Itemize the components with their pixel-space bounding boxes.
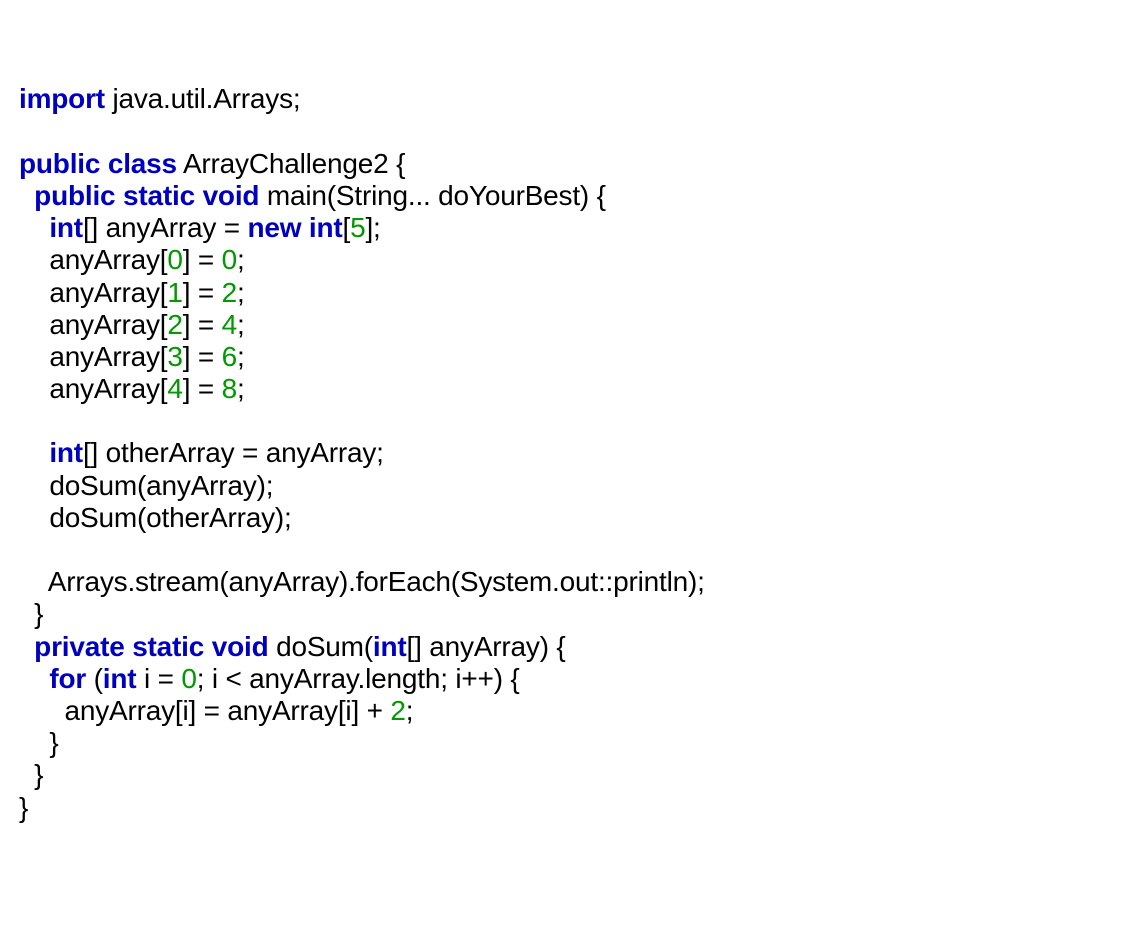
method-signature: doSum( — [269, 631, 373, 662]
code-text: anyArray[ — [19, 277, 167, 308]
code-text: anyArray[ — [19, 373, 167, 404]
code-text: ] = — [183, 373, 222, 404]
code-text: ; — [237, 341, 245, 372]
code-text: } — [19, 792, 28, 823]
number-literal: 8 — [222, 373, 237, 404]
code-text: ] = — [183, 244, 222, 275]
code-text: anyArray[i] = anyArray[i] + — [19, 695, 390, 726]
code-text: ; — [237, 373, 245, 404]
class-name: ArrayChallenge2 { — [177, 148, 405, 179]
code-text: [] anyArray) { — [407, 631, 566, 662]
keyword-private: private — [34, 631, 124, 662]
code-text: ; — [237, 244, 245, 275]
keyword-import: import — [19, 83, 105, 114]
keyword-public: public — [34, 180, 115, 211]
code-text: ] = — [183, 277, 222, 308]
number-literal: 4 — [167, 373, 182, 404]
code-text: ( — [86, 663, 103, 694]
code-text: } — [19, 598, 43, 629]
keyword-int: int — [103, 663, 137, 694]
code-text: doSum(otherArray); — [19, 502, 292, 533]
number-literal: 2 — [390, 695, 405, 726]
number-literal: 1 — [167, 277, 182, 308]
keyword-static: static — [132, 631, 204, 662]
code-text: } — [19, 759, 43, 790]
code-text: [] otherArray = anyArray; — [83, 437, 384, 468]
number-literal: 0 — [167, 244, 182, 275]
number-literal: 0 — [222, 244, 237, 275]
code-text: ; i < anyArray.length; i++) { — [197, 663, 520, 694]
code-text: i = — [136, 663, 181, 694]
code-text: Arrays.stream(anyArray).forEach(System.o… — [19, 566, 705, 597]
keyword-for: for — [49, 663, 86, 694]
keyword-int: int — [309, 212, 343, 243]
code-text: ; — [237, 277, 245, 308]
bracket: [ — [343, 212, 351, 243]
number-literal: 3 — [167, 341, 182, 372]
method-signature: main(String... doYourBest) { — [259, 180, 605, 211]
number-literal: 5 — [350, 212, 365, 243]
bracket: ]; — [365, 212, 380, 243]
code-text: anyArray[ — [19, 244, 167, 275]
code-text: doSum(anyArray); — [19, 470, 273, 501]
code-text: anyArray[ — [19, 309, 167, 340]
code-text: ; — [237, 309, 245, 340]
code-text: ; — [406, 695, 414, 726]
keyword-new: new — [247, 212, 301, 243]
code-text: anyArray[ — [19, 341, 167, 372]
keyword-int: int — [49, 437, 83, 468]
keyword-public: public — [19, 148, 100, 179]
number-literal: 2 — [222, 277, 237, 308]
code-text: [] anyArray = — [83, 212, 248, 243]
keyword-void: void — [212, 631, 269, 662]
package-name: java.util.Arrays; — [105, 83, 301, 114]
keyword-int: int — [49, 212, 83, 243]
code-text: } — [19, 727, 58, 758]
keyword-static: static — [123, 180, 195, 211]
keyword-class: class — [108, 148, 177, 179]
code-text: ] = — [183, 309, 222, 340]
code-block: import java.util.Arrays; public class Ar… — [19, 83, 1127, 823]
number-literal: 6 — [222, 341, 237, 372]
keyword-int: int — [373, 631, 407, 662]
number-literal: 4 — [222, 309, 237, 340]
number-literal: 2 — [167, 309, 182, 340]
code-text: ] = — [183, 341, 222, 372]
number-literal: 0 — [181, 663, 196, 694]
keyword-void: void — [203, 180, 260, 211]
